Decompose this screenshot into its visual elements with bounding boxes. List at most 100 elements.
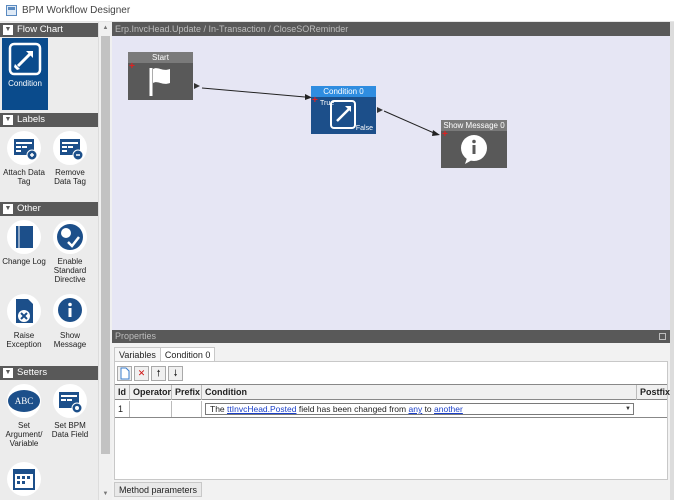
tool-attach-data-tag[interactable]: Attach Data Tag: [1, 131, 47, 186]
sidebar-scrollbar[interactable]: ▲ ▼: [98, 22, 112, 500]
column-header-id[interactable]: Id: [115, 385, 130, 400]
column-header-prefix[interactable]: Prefix: [172, 385, 202, 400]
connector-condition-message: [383, 110, 435, 134]
section-header-flow-chart[interactable]: ▼ Flow Chart: [0, 23, 98, 37]
section-header-other[interactable]: ▼ Other: [0, 202, 98, 216]
tab-variables[interactable]: Variables: [114, 347, 161, 362]
section-title: Labels: [17, 114, 45, 125]
change-log-icon: [7, 220, 41, 254]
node-title: Show Message 0: [441, 120, 507, 131]
condition-text: The: [210, 404, 228, 414]
scrollbar-thumb[interactable]: [101, 36, 110, 454]
from-value-link[interactable]: any: [408, 404, 422, 414]
field-link[interactable]: ttInvcHead.Posted: [227, 404, 296, 414]
tab-method-parameters[interactable]: Method parameters: [114, 482, 203, 497]
tool-set-bpm-data-field[interactable]: Set BPM Data Field: [47, 384, 93, 439]
to-value-link[interactable]: another: [434, 404, 463, 414]
chevron-down-icon: ▼: [3, 25, 13, 35]
conditions-grid: Id Operator Prefix Condition Postfix 1 T…: [115, 384, 670, 479]
svg-text:ABC: ABC: [15, 396, 34, 406]
tool-label: Enable Standard Directive: [53, 257, 87, 284]
cell-operator[interactable]: [130, 401, 172, 417]
tool-raise-exception[interactable]: Raise Exception: [1, 294, 47, 349]
condition-icon: [330, 100, 356, 129]
enable-standard-directive-icon: [53, 220, 87, 254]
condition-dropdown[interactable]: The ttInvcHead.Posted field has been cha…: [205, 403, 634, 415]
node-title: Start: [128, 52, 193, 63]
condition-icon: [8, 42, 42, 76]
condition-tab-body: ✕ 🠕 🠗 Id Operator Prefix Condition Postf…: [114, 361, 670, 480]
tool-show-message[interactable]: Show Message: [47, 294, 93, 349]
tool-set-argument-variable[interactable]: ABC Set Argument/ Variable: [1, 384, 47, 448]
remove-data-tag-icon: [53, 131, 87, 165]
cell-prefix[interactable]: [172, 401, 202, 417]
tool-condition[interactable]: Condition: [2, 38, 48, 110]
tool-remove-data-tag[interactable]: Remove Data Tag: [47, 131, 93, 186]
scroll-up-icon[interactable]: ▲: [99, 22, 112, 34]
tool-label: Remove Data Tag: [54, 168, 86, 186]
node-condition[interactable]: Condition 0 + True False: [311, 86, 376, 134]
delete-row-button[interactable]: ✕: [134, 366, 149, 381]
column-header-postfix[interactable]: Postfix: [637, 385, 670, 400]
cell-postfix[interactable]: [637, 401, 667, 417]
column-header-condition[interactable]: Condition: [202, 385, 637, 400]
title-bar: BPM Workflow Designer: [0, 0, 674, 22]
chevron-down-icon: ▼: [3, 204, 13, 214]
cell-id: 1: [115, 401, 130, 417]
connector-start-condition: [201, 87, 306, 98]
tool-label: Set BPM Data Field: [51, 421, 89, 439]
pin-icon[interactable]: [659, 333, 666, 340]
flag-icon: [149, 68, 170, 96]
tool-label: Set Argument/ Variable: [5, 421, 43, 448]
start-output-port[interactable]: [194, 83, 200, 89]
tool-label: Show Message: [53, 331, 87, 349]
move-up-button[interactable]: 🠕: [151, 366, 166, 381]
connector-arrow: [432, 130, 440, 136]
scroll-down-icon[interactable]: ▼: [99, 488, 112, 500]
node-show-message[interactable]: Show Message 0 +: [441, 120, 507, 168]
abc-icon: ABC: [7, 384, 41, 418]
designer-canvas[interactable]: Start + Condition 0 + True False Show Me…: [112, 36, 670, 330]
condition-output-port[interactable]: [377, 107, 383, 113]
table-row[interactable]: 1 The ttInvcHead.Posted field has been c…: [115, 401, 667, 418]
new-row-button[interactable]: [117, 366, 132, 381]
node-title: Condition 0: [311, 86, 376, 97]
section-header-setters[interactable]: ▼ Setters: [0, 366, 98, 380]
info-message-icon: [461, 135, 487, 164]
chevron-down-icon: ▼: [3, 115, 13, 125]
chevron-down-icon[interactable]: ▼: [625, 404, 631, 415]
tool-label: Attach Data Tag: [3, 168, 45, 186]
properties-header: Properties: [112, 330, 670, 343]
toolbox-sidebar: ▼ Flow Chart Condition ▼ Labels Attach Dat…: [0, 22, 112, 500]
grid-header-row: Id Operator Prefix Condition Postfix: [115, 385, 670, 400]
condition-text: field has been changed from: [296, 404, 409, 414]
tool-calendar[interactable]: [1, 462, 47, 499]
section-header-labels[interactable]: ▼ Labels: [0, 113, 98, 127]
workflow-path: Erp.InvcHead.Update / In-Transaction / C…: [112, 22, 670, 36]
section-title: Setters: [17, 367, 48, 378]
properties-panel: Properties Variables Condition 0 ✕ 🠕 🠗 Id…: [112, 330, 670, 500]
tool-label: Raise Exception: [6, 331, 42, 349]
tool-label: Condition: [8, 79, 42, 88]
new-document-icon: [120, 367, 130, 380]
move-down-button[interactable]: 🠗: [168, 366, 183, 381]
app-icon: [6, 5, 17, 16]
tab-condition-0[interactable]: Condition 0: [159, 347, 216, 362]
column-header-operator[interactable]: Operator: [130, 385, 172, 400]
attach-data-tag-icon: [7, 131, 41, 165]
raise-exception-icon: [7, 294, 41, 328]
node-start[interactable]: Start +: [128, 52, 193, 100]
panel-title: Properties: [115, 331, 157, 341]
set-bpm-data-field-icon: [53, 384, 87, 418]
tool-change-log[interactable]: Change Log: [1, 220, 47, 266]
chevron-down-icon: ▼: [3, 368, 13, 378]
window-title: BPM Workflow Designer: [22, 5, 131, 16]
condition-text: to: [422, 404, 435, 414]
calendar-icon: [7, 462, 41, 496]
connectors: [201, 87, 440, 136]
tool-enable-standard-directive[interactable]: Enable Standard Directive: [47, 220, 93, 284]
workflow-designer: Erp.InvcHead.Update / In-Transaction / C…: [112, 22, 670, 330]
show-message-icon: [53, 294, 87, 328]
tool-label: Change Log: [2, 257, 46, 266]
window-edge: [670, 22, 674, 500]
